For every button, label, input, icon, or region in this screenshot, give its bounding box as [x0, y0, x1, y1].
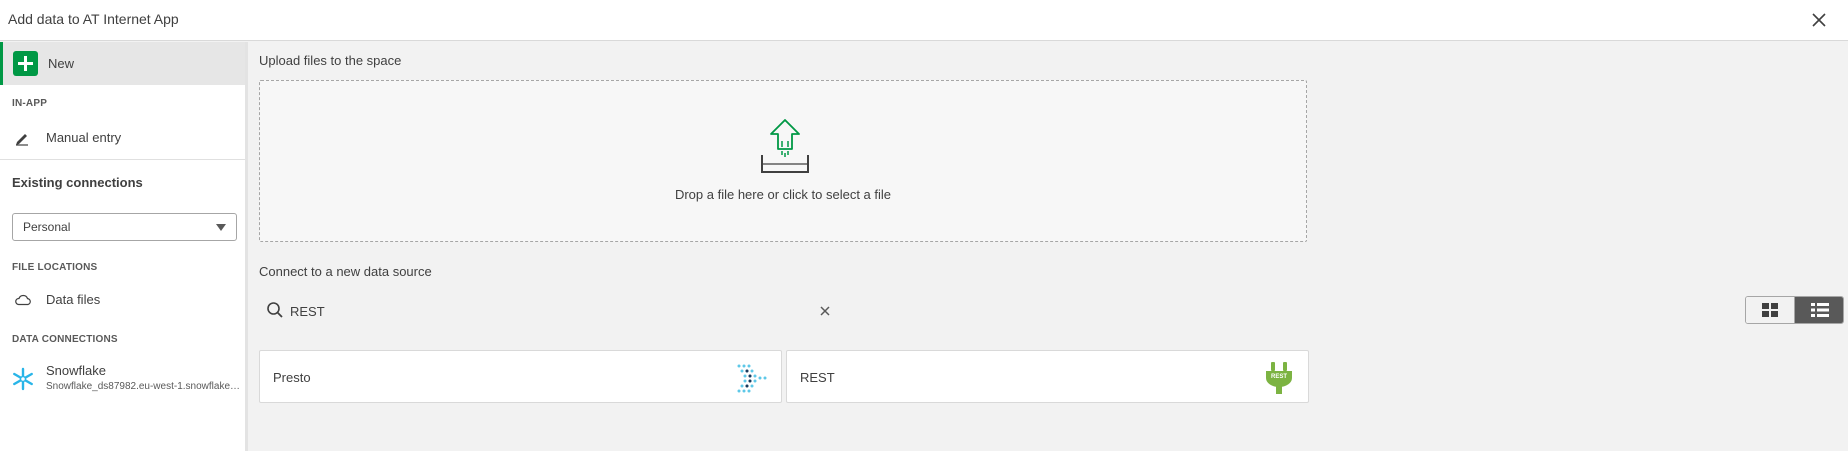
- pencil-icon: [14, 130, 32, 146]
- sidebar-item-new[interactable]: New: [0, 42, 245, 85]
- upload-heading: Upload files to the space: [259, 53, 402, 68]
- clear-search-icon[interactable]: [818, 304, 832, 318]
- svg-text:REST: REST: [1271, 374, 1287, 380]
- connection-detail: Snowflake_ds87982.eu-west-1.snowflakecom…: [46, 381, 241, 392]
- sidebar-item-label: New: [48, 56, 75, 71]
- dialog-title: Add data to AT Internet App: [8, 11, 179, 27]
- file-locations-caption: FILE LOCATIONS: [12, 262, 98, 273]
- snowflake-icon: [11, 367, 35, 391]
- presto-logo-icon: [735, 361, 769, 395]
- upload-icon: [758, 117, 812, 175]
- connect-heading: Connect to a new data source: [259, 264, 432, 279]
- sidebar-item-label: Manual entry: [46, 130, 122, 145]
- connection-name: Snowflake: [46, 363, 106, 378]
- space-select-value: Personal: [23, 220, 71, 234]
- chevron-down-icon: [216, 224, 226, 231]
- data-connections-caption: DATA CONNECTIONS: [12, 334, 118, 345]
- in-app-caption: IN-APP: [12, 98, 48, 109]
- file-dropzone[interactable]: Drop a file here or click to select a fi…: [259, 80, 1307, 242]
- search-input[interactable]: [290, 301, 810, 321]
- grid-icon: [1762, 303, 1778, 317]
- sidebar-item-label: Data files: [46, 292, 101, 307]
- sidebar-item-manual-entry[interactable]: Manual entry: [0, 123, 245, 153]
- list-view-button[interactable]: [1795, 297, 1843, 323]
- connector-name: Presto: [273, 370, 311, 385]
- connection-item-snowflake[interactable]: Snowflake Snowflake_ds87982.eu-west-1.sn…: [0, 359, 245, 399]
- grid-view-button[interactable]: [1746, 297, 1795, 323]
- plus-icon: [13, 51, 38, 76]
- sidebar-item-data-files[interactable]: Data files: [0, 285, 245, 315]
- close-icon[interactable]: [1808, 9, 1830, 31]
- divider: [0, 159, 245, 160]
- existing-connections-title: Existing connections: [12, 175, 143, 190]
- rest-plug-icon: REST: [1262, 361, 1296, 395]
- list-icon: [1811, 303, 1829, 317]
- sidebar: New IN-APP Manual entry Existing connect…: [0, 42, 248, 451]
- connector-card-rest[interactable]: REST REST: [786, 350, 1309, 403]
- connector-card-presto[interactable]: Presto: [259, 350, 782, 403]
- dropzone-text: Drop a file here or click to select a fi…: [674, 187, 892, 202]
- dialog-header: Add data to AT Internet App: [0, 0, 1848, 41]
- connector-name: REST: [800, 370, 835, 385]
- space-select[interactable]: Personal: [12, 213, 237, 241]
- view-mode-toggle: [1745, 296, 1844, 324]
- search-icon: [266, 301, 284, 319]
- cloud-icon: [14, 292, 32, 308]
